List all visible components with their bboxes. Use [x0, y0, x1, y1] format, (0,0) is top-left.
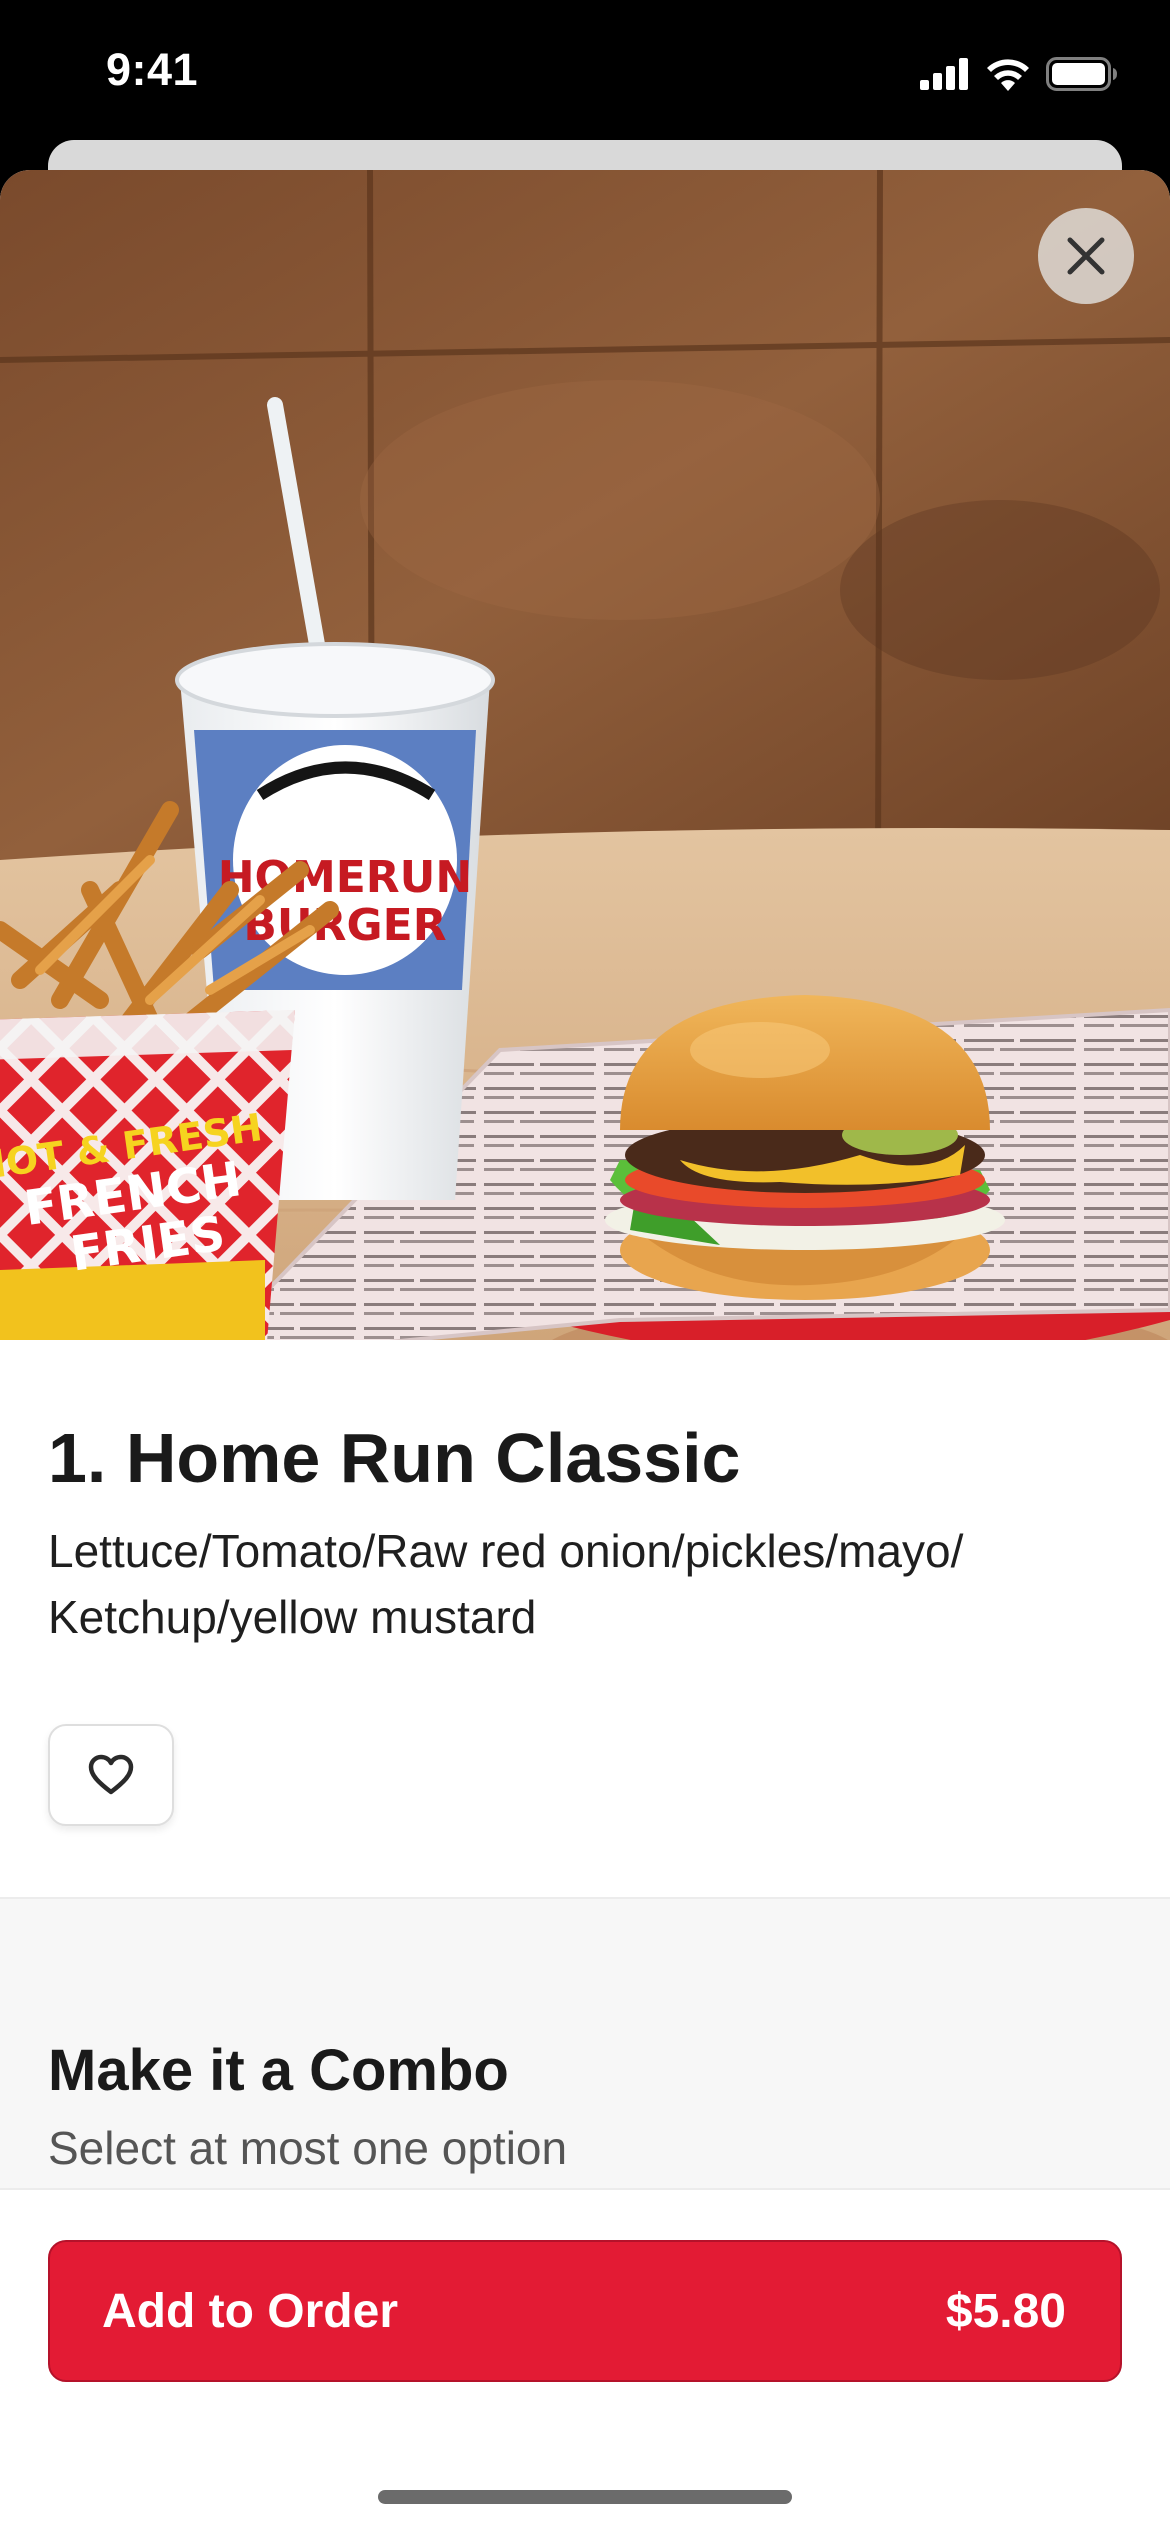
home-indicator [378, 2490, 792, 2504]
status-time: 9:41 [106, 44, 199, 95]
item-detail-sheet: HOMERUN BURGER HOT & FRESH FRENCH FRIES … [0, 170, 1170, 2532]
status-bar: 9:41 [0, 0, 1170, 150]
item-photo: HOMERUN BURGER HOT & FRESH FRENCH FRIES [0, 170, 1170, 1340]
item-description-line-2: Ketchup/yellow mustard [48, 1591, 537, 1643]
cup-brand-text-2: BURGER [243, 900, 446, 951]
heart-icon [88, 1754, 134, 1795]
order-price: $5.80 [945, 2284, 1066, 2338]
item-title: 1. Home Run Classic [48, 1419, 741, 1497]
add-to-order-label: Add to Order [102, 2284, 398, 2338]
status-icons [920, 52, 1118, 96]
item-description: Lettuce/Tomato/Raw red onion/pickles/may… [48, 1518, 1128, 1650]
close-icon [1067, 237, 1105, 275]
bottom-action-bar: Add to Order $5.80 [0, 2188, 1170, 2532]
battery-icon [1046, 57, 1117, 91]
favorite-button[interactable] [48, 1724, 174, 1826]
combo-title: Make it a Combo [48, 2038, 509, 2103]
close-button[interactable] [1038, 208, 1134, 304]
combo-subtitle: Select at most one option [48, 2122, 568, 2174]
item-description-line-1: Lettuce/Tomato/Raw red onion/pickles/may… [48, 1525, 964, 1577]
add-to-order-button[interactable]: Add to Order $5.80 [48, 2240, 1122, 2382]
wifi-icon [987, 59, 1029, 91]
signal-icon [920, 58, 968, 90]
